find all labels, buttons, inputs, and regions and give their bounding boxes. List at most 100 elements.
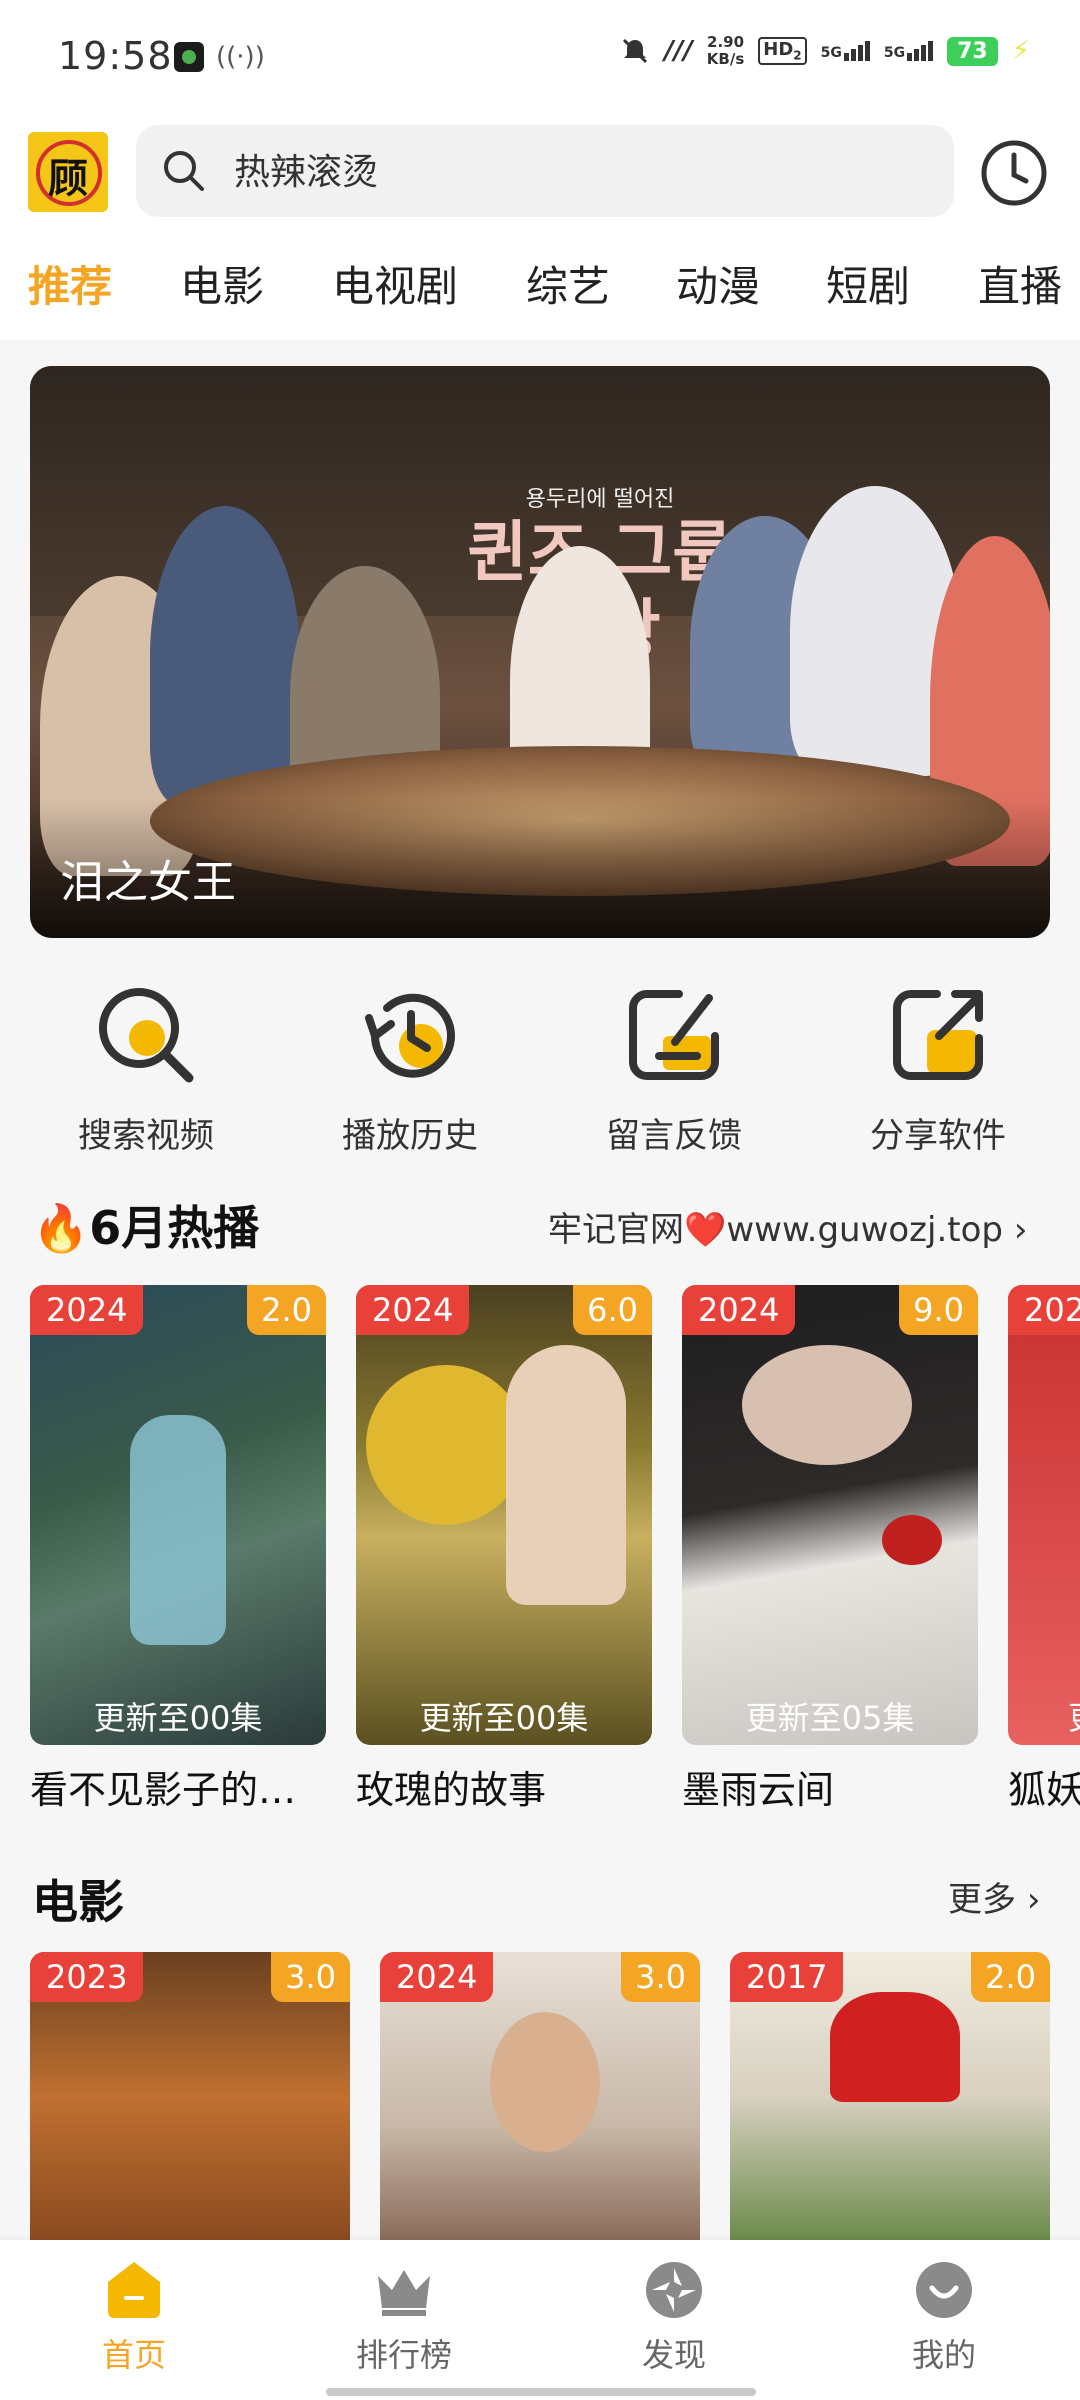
crown-icon (378, 2270, 430, 2316)
nfc-icon: /// (664, 36, 693, 66)
poster-bottle-art (130, 1415, 226, 1645)
poster-text-small: 용두리에 떨어진 (525, 487, 675, 512)
year-badge: 2024 (682, 1285, 796, 1335)
hot-card[interactable]: 2024 更 狐妖 (1008, 1285, 1080, 1814)
card-title: 看不见影子的少年 (30, 1768, 326, 1812)
movie-card[interactable]: 2017 2.0 (730, 1952, 1050, 2242)
bottom-nav: 首页 排行榜 发现 我的 (0, 2240, 1080, 2400)
hotspot-icon: ((·)) (216, 42, 265, 72)
nav-profile-label: 我的 (911, 2336, 976, 2374)
quick-history-button[interactable]: 播放历史 (290, 970, 530, 1157)
quick-search-button[interactable]: 搜索视频 (26, 970, 266, 1157)
hd-sub: 2 (793, 48, 802, 63)
score-badge: 2.0 (971, 1952, 1050, 2002)
hot-card[interactable]: 2024 9.0 更新至05集 墨雨云间 (682, 1285, 978, 1814)
tab-tv[interactable]: 电视剧 (332, 253, 458, 314)
notification-app-icon (174, 42, 204, 72)
banner-figure (150, 506, 300, 806)
poster-flower-art (366, 1365, 526, 1525)
official-site-text: 牢记官网❤️www.guwozj.top (548, 1210, 1003, 1250)
speed-unit: KB/s (706, 50, 745, 68)
discover-icon (646, 2262, 702, 2318)
official-site-link[interactable]: 牢记官网❤️www.guwozj.top › (548, 1202, 1027, 1251)
hot-card[interactable]: 2024 2.0 更新至00集 看不见影子的少年 (30, 1285, 326, 1814)
update-status: 更 (1068, 1693, 1080, 1739)
home-indicator[interactable] (326, 2388, 756, 2396)
hd-label: HD (763, 39, 794, 61)
year-badge: 2024 (1008, 1285, 1080, 1335)
status-indicators: /// 2.90 KB/s HD2 5G 5G 73 ⚡ (620, 34, 1030, 68)
year-badge: 2024 (30, 1285, 144, 1335)
search-icon (164, 151, 204, 191)
clock-icon[interactable] (978, 137, 1050, 209)
tab-recommend[interactable]: 推荐 (28, 253, 112, 314)
update-status: 更新至00集 (419, 1699, 589, 1737)
hot-section-title: 🔥6月热播 (32, 1201, 260, 1255)
card-title: 狐妖 (1008, 1768, 1080, 1812)
search-input[interactable] (232, 147, 836, 190)
year-badge: 2024 (380, 1952, 494, 2002)
year-badge: 2023 (30, 1952, 144, 2002)
hot-card[interactable]: 2024 6.0 更新至00集 玫瑰的故事 (356, 1285, 652, 1814)
speed-value: 2.90 (707, 33, 745, 51)
poster-figure-art (490, 2012, 600, 2152)
poster-image: 2024 6.0 更新至00集 (356, 1285, 652, 1745)
app-header: 顾 推荐 电影 电视剧 综艺 动漫 短剧 直播 (0, 115, 1080, 340)
tab-variety[interactable]: 综艺 (526, 253, 610, 314)
nav-discover[interactable]: 发现 (574, 2258, 774, 2376)
hot-list: 2024 2.0 更新至00集 看不见影子的少年 2024 6.0 更新至00集… (0, 1285, 1080, 1825)
signal-5g-1: 5G (821, 41, 870, 61)
more-text: 更多 (948, 1880, 1016, 1920)
poster-figure-art (506, 1345, 626, 1605)
score-badge: 3.0 (621, 1952, 700, 2002)
search-icon (99, 988, 194, 1083)
card-title: 玫瑰的故事 (356, 1768, 547, 1812)
score-badge: 2.0 (247, 1285, 326, 1335)
tab-movie[interactable]: 电影 (180, 253, 264, 314)
net1-label: 5G (820, 45, 842, 61)
hero-banner[interactable]: 용두리에 떨어진 퀸즈 그룹 여왕 泪之女王 (30, 366, 1050, 938)
search-bar[interactable] (136, 125, 954, 217)
quick-share-button[interactable]: 分享软件 (818, 970, 1058, 1157)
nav-home[interactable]: 首页 (34, 2258, 234, 2376)
year-badge: 2017 (730, 1952, 844, 2002)
chevron-right-icon: › (1026, 1880, 1041, 1920)
quick-share-label: 分享软件 (870, 1116, 1006, 1156)
charging-icon: ⚡ (1011, 36, 1030, 66)
update-status: 更新至05集 (745, 1699, 915, 1737)
year-badge: 2024 (356, 1285, 470, 1335)
tab-short[interactable]: 短剧 (826, 253, 910, 314)
tab-live[interactable]: 直播 (978, 253, 1062, 314)
poster-accent-art (830, 1992, 960, 2102)
share-icon (893, 990, 983, 1080)
more-movies-link[interactable]: 更多 › (948, 1872, 1040, 1921)
network-speed: 2.90 KB/s (707, 34, 744, 68)
card-title: 墨雨云间 (682, 1768, 835, 1812)
profile-icon (916, 2262, 972, 2318)
nav-profile[interactable]: 我的 (844, 2258, 1044, 2376)
quick-history-label: 播放历史 (342, 1116, 478, 1156)
movie-card[interactable]: 2023 3.0 (30, 1952, 350, 2242)
app-logo[interactable]: 顾 (28, 132, 108, 212)
history-icon (365, 993, 455, 1078)
poster-image: 2024 9.0 更新至05集 (682, 1285, 978, 1745)
update-status: 更新至00集 (93, 1699, 263, 1737)
nav-ranking[interactable]: 排行榜 (304, 2258, 504, 2376)
battery-level: 73 (947, 36, 998, 66)
signal-5g-2: 5G (883, 41, 934, 61)
tab-anime[interactable]: 动漫 (676, 253, 760, 314)
logo-char: 顾 (48, 156, 88, 202)
hd-badge: HD2 (758, 37, 807, 65)
banner-title: 泪之女王 (60, 857, 236, 908)
score-badge: 3.0 (271, 1952, 350, 2002)
net2-label: 5G (883, 45, 906, 61)
quick-feedback-button[interactable]: 留言反馈 (554, 970, 794, 1157)
quick-feedback-label: 留言反馈 (606, 1116, 742, 1156)
movie-section-title: 电影 (32, 1875, 124, 1929)
status-bar: 19:58 ((·)) /// 2.90 KB/s HD2 5G 5G 73 ⚡ (0, 0, 1080, 115)
category-tabs: 推荐 电影 电视剧 综艺 动漫 短剧 直播 (0, 253, 1080, 337)
nav-home-label: 首页 (101, 2336, 166, 2374)
poster-image: 2024 2.0 更新至00集 (30, 1285, 326, 1745)
home-icon (108, 2262, 160, 2318)
movie-card[interactable]: 2024 3.0 (380, 1952, 700, 2242)
